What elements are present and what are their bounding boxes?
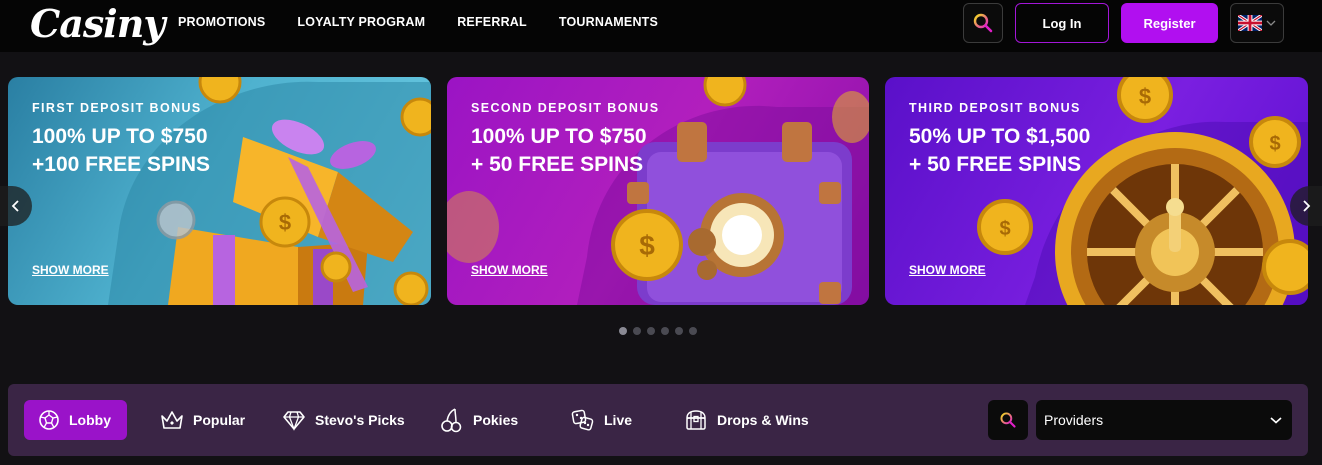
category-label: Pokies bbox=[473, 412, 519, 428]
coin-icon: $ bbox=[259, 196, 311, 248]
carousel-dot[interactable] bbox=[675, 327, 683, 335]
dice-icon bbox=[571, 409, 594, 431]
chevron-right-icon bbox=[1303, 200, 1311, 212]
carousel-dot[interactable] bbox=[689, 327, 697, 335]
game-category-bar: Lobby Popular Stevo's Picks Pokies Live bbox=[8, 384, 1308, 456]
main-nav: PROMOTIONS LOYALTY PROGRAM REFERRAL TOUR… bbox=[178, 0, 658, 44]
language-selector[interactable] bbox=[1230, 3, 1284, 43]
promo-card-first-deposit[interactable]: $ FIRST DEPOSIT BONUS 100% UP TO $750 +1… bbox=[8, 77, 431, 305]
show-more-link[interactable]: SHOW MORE bbox=[471, 263, 548, 277]
header-search-button[interactable] bbox=[963, 3, 1003, 43]
cherries-icon bbox=[441, 408, 462, 433]
nav-referral[interactable]: REFERRAL bbox=[457, 15, 527, 29]
chevron-down-icon bbox=[1266, 20, 1276, 26]
providers-label: Providers bbox=[1044, 412, 1104, 428]
category-stevos-picks[interactable]: Stevo's Picks bbox=[282, 400, 405, 440]
crown-icon bbox=[161, 411, 183, 429]
nav-promotions[interactable]: PROMOTIONS bbox=[178, 15, 265, 29]
card-headline: 100% UP TO $750 + 50 FREE SPINS bbox=[471, 125, 647, 176]
show-more-link[interactable]: SHOW MORE bbox=[909, 263, 986, 277]
soccer-ball-icon bbox=[39, 410, 59, 430]
category-label: Live bbox=[604, 412, 633, 428]
carousel-dot[interactable] bbox=[619, 327, 627, 335]
card-headline: 50% UP TO $1,500 + 50 FREE SPINS bbox=[909, 125, 1091, 176]
search-icon bbox=[1000, 412, 1016, 428]
category-label: Popular bbox=[193, 412, 246, 428]
game-search-button[interactable] bbox=[988, 400, 1028, 440]
card-headline: 100% UP TO $750 +100 FREE SPINS bbox=[32, 125, 210, 176]
svg-text:$: $ bbox=[1269, 133, 1280, 155]
uk-flag-icon bbox=[1238, 15, 1262, 31]
chevron-left-icon bbox=[11, 200, 19, 212]
svg-text:$: $ bbox=[999, 218, 1010, 240]
svg-text:$: $ bbox=[639, 230, 655, 261]
category-live[interactable]: Live bbox=[571, 400, 632, 440]
search-icon bbox=[973, 13, 993, 33]
chevron-down-icon bbox=[1270, 417, 1282, 424]
card-kicker: SECOND DEPOSIT BONUS bbox=[471, 101, 660, 115]
register-button[interactable]: Register bbox=[1121, 3, 1218, 43]
providers-dropdown[interactable]: Providers bbox=[1036, 400, 1292, 440]
carousel-dot[interactable] bbox=[633, 327, 641, 335]
login-button[interactable]: Log In bbox=[1015, 3, 1109, 43]
nav-tournaments[interactable]: TOURNAMENTS bbox=[559, 15, 658, 29]
category-lobby[interactable]: Lobby bbox=[24, 400, 127, 440]
svg-text:$: $ bbox=[279, 210, 291, 235]
site-header: Casiny PROMOTIONS LOYALTY PROGRAM REFERR… bbox=[0, 0, 1322, 52]
nav-loyalty-program[interactable]: LOYALTY PROGRAM bbox=[297, 15, 425, 29]
casiny-logo[interactable]: Casiny bbox=[30, 2, 165, 46]
category-label: Stevo's Picks bbox=[315, 412, 405, 428]
svg-text:$: $ bbox=[1139, 84, 1151, 109]
promo-card-third-deposit[interactable]: $ $ $ THIRD DEPOSIT BONUS 50% UP TO $1,5… bbox=[885, 77, 1308, 305]
card-kicker: FIRST DEPOSIT BONUS bbox=[32, 101, 202, 115]
category-pokies[interactable]: Pokies bbox=[440, 400, 518, 440]
carousel-dot[interactable] bbox=[647, 327, 655, 335]
category-label: Drops & Wins bbox=[717, 412, 809, 428]
diamond-icon bbox=[283, 411, 305, 431]
show-more-link[interactable]: SHOW MORE bbox=[32, 263, 109, 277]
category-label: Lobby bbox=[69, 412, 111, 428]
category-popular[interactable]: Popular bbox=[160, 400, 245, 440]
card-kicker: THIRD DEPOSIT BONUS bbox=[909, 101, 1081, 115]
treasure-chest-icon bbox=[686, 410, 706, 430]
carousel-dot[interactable] bbox=[661, 327, 669, 335]
carousel-next-button[interactable] bbox=[1290, 186, 1322, 226]
promo-card-second-deposit[interactable]: $ SECOND DEPOSIT BONUS 100% UP TO $750 +… bbox=[447, 77, 869, 305]
carousel-pagination bbox=[619, 327, 697, 335]
category-drops-wins[interactable]: Drops & Wins bbox=[684, 400, 809, 440]
